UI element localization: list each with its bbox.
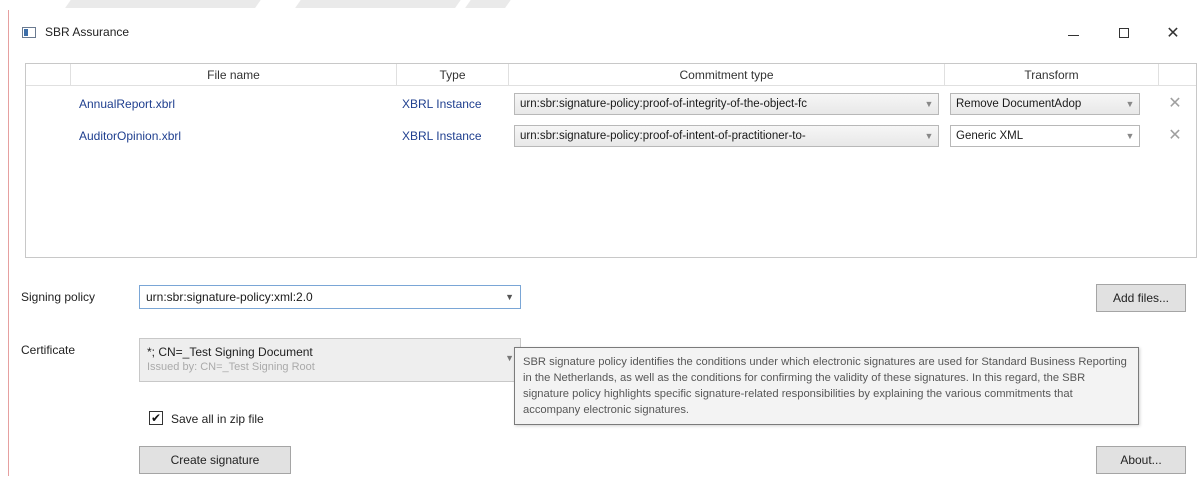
signing-policy-label: Signing policy <box>21 290 96 304</box>
commitment-type-select[interactable]: urn:sbr:signature-policy:proof-of-intent… <box>514 125 939 147</box>
title-bar: SBR Assurance ✕ <box>9 10 1194 50</box>
transform-select[interactable]: Generic XML ▼ <box>950 125 1140 147</box>
commitment-type-value: urn:sbr:signature-policy:proof-of-integr… <box>520 98 807 110</box>
about-button[interactable]: About... <box>1096 446 1186 474</box>
signing-policy-value: urn:sbr:signature-policy:xml:2.0 <box>146 290 313 304</box>
file-name-cell[interactable]: AuditorOpinion.xbrl <box>79 122 379 150</box>
close-icon: ✕ <box>1166 25 1180 42</box>
chevron-down-icon: ▼ <box>505 353 514 363</box>
app-window: SBR Assurance ✕ File name Type Commitmen… <box>8 10 1197 476</box>
commitment-type-value: urn:sbr:signature-policy:proof-of-intent… <box>520 130 806 142</box>
files-table: File name Type Commitment type Transform… <box>25 63 1197 258</box>
chevron-down-icon: ▼ <box>1125 131 1135 141</box>
certificate-label: Certificate <box>21 343 76 357</box>
column-header-remove <box>1158 64 1197 86</box>
column-header-transform[interactable]: Transform <box>944 64 1158 86</box>
remove-file-icon[interactable]: ✕ <box>1166 94 1184 114</box>
column-header-file-name[interactable]: File name <box>70 64 396 86</box>
app-icon <box>22 27 36 38</box>
close-button[interactable]: ✕ <box>1153 20 1193 46</box>
checkmark-icon: ✔ <box>150 411 162 425</box>
add-files-button[interactable]: Add files... <box>1096 284 1186 312</box>
chevron-down-icon: ▼ <box>924 131 934 141</box>
maximize-button[interactable] <box>1104 20 1144 46</box>
chevron-down-icon: ▼ <box>1125 99 1135 109</box>
type-cell: XBRL Instance <box>402 129 482 143</box>
transform-value: Generic XML <box>956 130 1024 142</box>
remove-file-icon[interactable]: ✕ <box>1166 126 1184 146</box>
save-zip-checkbox[interactable]: ✔ <box>149 411 163 425</box>
column-header-type[interactable]: Type <box>396 64 508 86</box>
table-row[interactable]: AnnualReport.xbrl XBRL Instance urn:sbr:… <box>26 90 1196 118</box>
chevron-down-icon: ▼ <box>924 99 934 109</box>
certificate-issuer: Issued by: CN=_Test Signing Root <box>147 361 315 373</box>
chevron-down-icon: ▼ <box>505 292 514 302</box>
certificate-select[interactable]: *; CN=_Test Signing Document Issued by: … <box>139 338 521 382</box>
file-name-cell[interactable]: AnnualReport.xbrl <box>79 90 379 118</box>
create-signature-button[interactable]: Create signature <box>139 446 291 474</box>
type-cell: XBRL Instance <box>402 97 482 111</box>
window-title: SBR Assurance <box>45 25 130 39</box>
signing-policy-select[interactable]: urn:sbr:signature-policy:xml:2.0 ▼ <box>139 285 521 309</box>
minimize-icon <box>1067 34 1079 36</box>
maximize-icon <box>1119 28 1129 38</box>
column-header-commitment-type[interactable]: Commitment type <box>508 64 944 86</box>
certificate-value: *; CN=_Test Signing Document <box>147 345 313 359</box>
minimize-button[interactable] <box>1053 20 1093 46</box>
signing-policy-tooltip: SBR signature policy identifies the cond… <box>514 347 1139 425</box>
table-row[interactable]: AuditorOpinion.xbrl XBRL Instance urn:sb… <box>26 122 1196 150</box>
transform-value: Remove DocumentAdop <box>956 98 1082 110</box>
table-header: File name Type Commitment type Transform <box>26 64 1196 86</box>
transform-select[interactable]: Remove DocumentAdop ▼ <box>950 93 1140 115</box>
commitment-type-select[interactable]: urn:sbr:signature-policy:proof-of-integr… <box>514 93 939 115</box>
save-zip-label[interactable]: Save all in zip file <box>171 412 264 426</box>
